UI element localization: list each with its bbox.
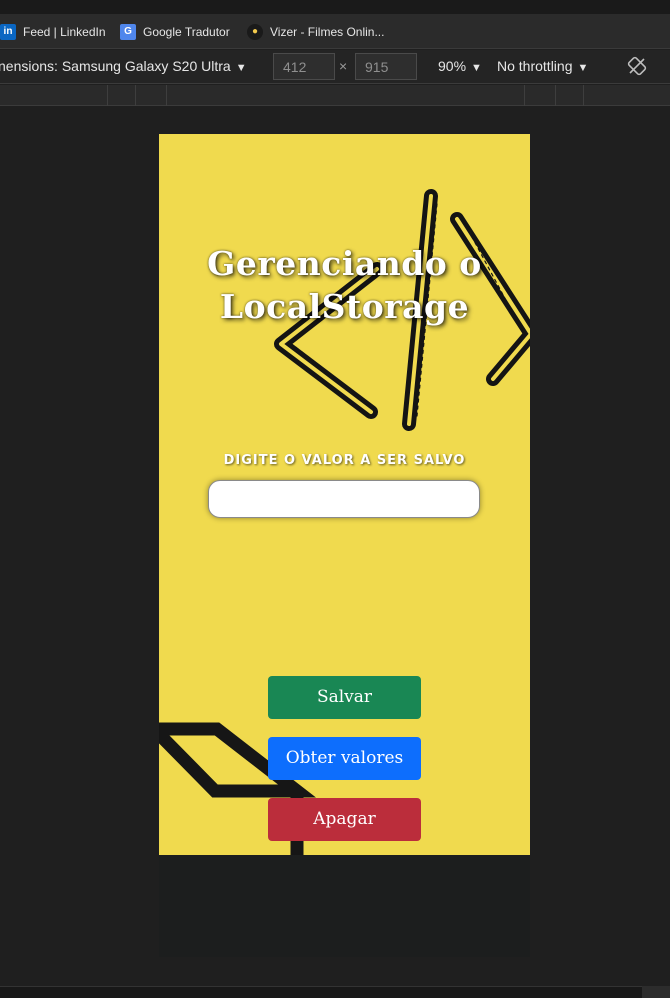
throttling-value: No throttling — [497, 58, 573, 74]
value-input[interactable] — [208, 480, 480, 518]
title-line-1: Gerenciando o — [207, 244, 482, 283]
input-label: DIGITE O VALOR A SER SALVO — [223, 453, 466, 468]
times-separator: × — [339, 58, 348, 74]
browser-top-strip — [0, 0, 670, 14]
bookmark-google-translate[interactable]: G Google Tradutor — [120, 14, 230, 49]
zoom-value: 90% — [438, 58, 467, 74]
ruler-divider — [107, 85, 108, 106]
chevron-down-icon: ▼ — [577, 62, 589, 74]
google-translate-icon: G — [120, 23, 136, 40]
vizer-icon: ● — [247, 23, 263, 40]
save-button[interactable]: Salvar — [268, 676, 421, 719]
bookmarks-bar: in Feed | LinkedIn G Google Tradutor ● V… — [0, 14, 670, 49]
bookmark-label: Vizer - Filmes Onlin... — [270, 24, 385, 39]
ruler-divider — [555, 85, 556, 106]
clear-button[interactable]: Apagar — [268, 798, 421, 841]
ruler-divider — [166, 85, 167, 106]
zoom-select[interactable]: 90% ▼ — [438, 58, 482, 74]
ruler-divider — [583, 85, 584, 106]
ruler-divider — [135, 85, 136, 106]
get-values-button[interactable]: Obter valores — [268, 737, 421, 780]
page-title: Gerenciando o LocalStorage — [159, 242, 530, 328]
app-page: Gerenciando o LocalStorage DIGITE O VALO… — [159, 134, 530, 855]
throttling-select[interactable]: No throttling ▼ — [497, 58, 588, 74]
chevron-down-icon: ▼ — [471, 62, 482, 74]
ruler-divider — [524, 85, 525, 106]
bookmark-label: Google Tradutor — [143, 24, 230, 39]
device-frame: Gerenciando o LocalStorage DIGITE O VALO… — [159, 134, 530, 957]
status-bar — [0, 986, 670, 998]
rotate-icon[interactable] — [627, 56, 647, 76]
width-input[interactable]: 412 — [273, 53, 335, 80]
bookmark-label: Feed | LinkedIn — [23, 24, 106, 39]
media-query-bar — [0, 85, 670, 106]
bookmark-vizer[interactable]: ● Vizer - Filmes Onlin... — [247, 14, 384, 49]
device-select[interactable]: nensions: Samsung Galaxy S20 Ultra ▼ — [0, 58, 247, 74]
device-name: nensions: Samsung Galaxy S20 Ultra — [0, 58, 231, 74]
linkedin-icon: in — [0, 23, 16, 40]
resize-corner[interactable] — [642, 986, 670, 998]
device-toolbar: nensions: Samsung Galaxy S20 Ultra ▼ 412 … — [0, 50, 670, 84]
bookmark-linkedin[interactable]: in Feed | LinkedIn — [0, 14, 106, 49]
title-line-2: LocalStorage — [219, 287, 470, 326]
chevron-down-icon: ▼ — [235, 62, 247, 74]
height-input[interactable]: 915 — [355, 53, 417, 80]
